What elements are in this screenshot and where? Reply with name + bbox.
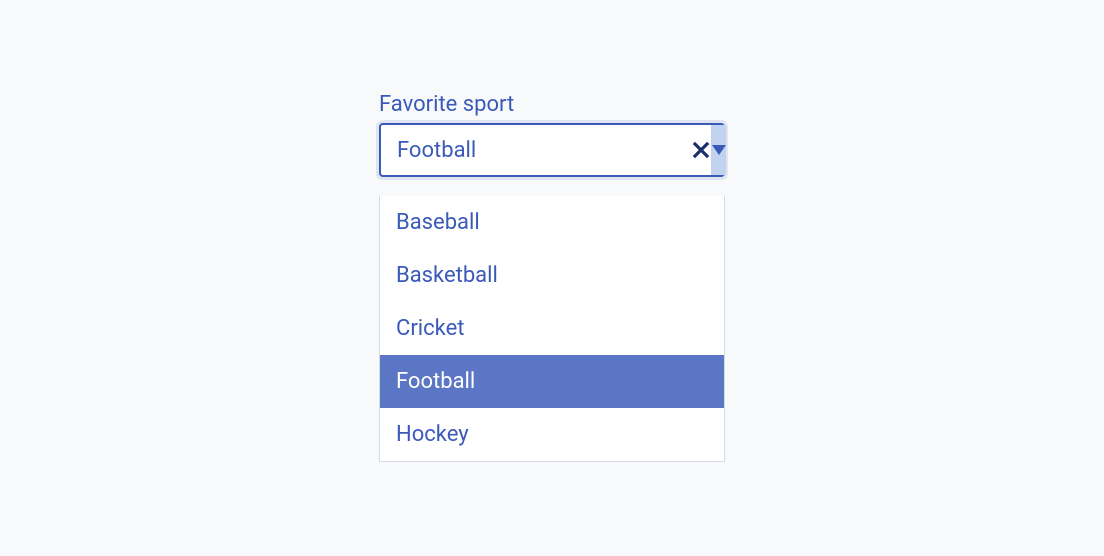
toggle-button[interactable]	[711, 125, 726, 175]
favorite-sport-combobox: Favorite sport Baseball Basketball Crick…	[379, 92, 725, 177]
combo-option-football[interactable]: Football	[380, 355, 724, 408]
clear-button[interactable]	[691, 125, 711, 175]
combo-listbox[interactable]: Baseball Basketball Cricket Football Hoc…	[379, 196, 725, 462]
combo-option-cricket[interactable]: Cricket	[380, 302, 724, 355]
close-icon	[691, 140, 711, 160]
combo-input[interactable]	[381, 125, 691, 175]
combo-option-basketball[interactable]: Basketball	[380, 249, 724, 302]
combo-option-hockey[interactable]: Hockey	[380, 408, 724, 461]
combo-control[interactable]	[379, 123, 725, 177]
chevron-down-icon	[712, 145, 726, 155]
combo-option-baseball[interactable]: Baseball	[380, 196, 724, 249]
combo-label: Favorite sport	[379, 92, 725, 117]
